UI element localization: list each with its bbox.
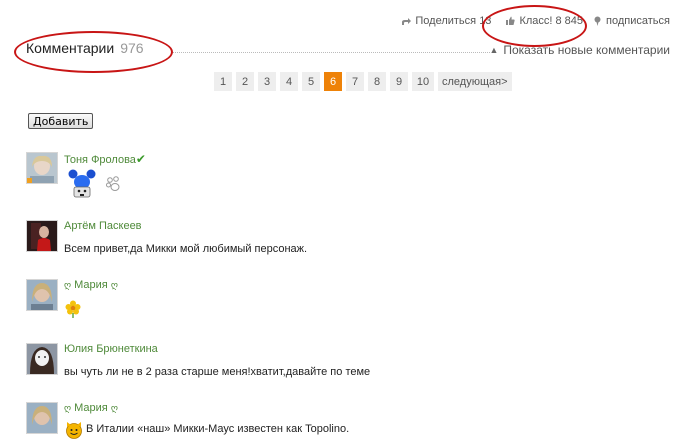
comment-author[interactable]: Юлия Брюнеткина (64, 343, 158, 355)
avatar[interactable] (26, 220, 58, 252)
klass-count: 8 845 (555, 15, 584, 27)
smiley-sticker-icon (66, 422, 82, 439)
avatar[interactable] (26, 343, 58, 375)
share-label: Поделиться (415, 15, 477, 27)
avatar[interactable] (26, 279, 58, 311)
heart-icon: ღ (110, 280, 118, 290)
author-name: Тоня Фролова (64, 154, 136, 166)
heart-icon: ღ (110, 403, 118, 413)
heart-icon: ღ (64, 280, 72, 290)
show-new-comments-link[interactable]: ▲ Показать новые комментарии (489, 43, 670, 57)
page-5[interactable]: 5 (302, 72, 320, 91)
next-page-link[interactable]: следующая> (438, 72, 512, 91)
comment-text: Всем привет,да Микки мой любимый персона… (64, 243, 308, 255)
avatar-photo (27, 153, 57, 183)
page-2[interactable]: 2 (236, 72, 254, 91)
avatar-photo (27, 403, 57, 433)
comment-author[interactable]: ღ Мария ღ (64, 279, 118, 291)
mickey-sticker-icon (68, 169, 96, 198)
avatar-photo (27, 280, 57, 310)
page-10[interactable]: 10 (412, 72, 434, 91)
show-new-label: Показать новые комментарии (503, 43, 670, 57)
header-divider (172, 52, 490, 53)
page-1[interactable]: 1 (214, 72, 232, 91)
share-icon (402, 17, 412, 25)
comment-author[interactable]: Артём Паскеев (64, 220, 142, 232)
heart-icon: ღ (64, 403, 72, 413)
triangle-up-icon: ▲ (489, 45, 499, 55)
author-name: Мария (74, 279, 108, 291)
page-9[interactable]: 9 (390, 72, 408, 91)
page-6-current[interactable]: 6 (324, 72, 342, 91)
top-action-bar: Поделиться 13 Класс! 8 845 подписаться (387, 15, 670, 27)
page-4[interactable]: 4 (280, 72, 298, 91)
page-7[interactable]: 7 (346, 72, 364, 91)
klass-label: Класс! (519, 15, 553, 27)
klass-button[interactable]: Класс! 8 845 (505, 15, 583, 27)
subscribe-label: подписаться (606, 15, 670, 27)
avatar-photo (27, 221, 57, 251)
comment-text: В Италии «наш» Микки-Маус известен как T… (86, 423, 350, 435)
avatar[interactable] (26, 402, 58, 434)
thumbs-up-icon (506, 16, 516, 25)
author-name: Мария (74, 402, 108, 414)
add-comment-button[interactable]: Добавить (28, 113, 94, 129)
comments-title: Комментарии (26, 40, 115, 56)
share-count: 13 (479, 15, 492, 27)
verified-check-icon: ✔ (135, 152, 146, 166)
comment-author[interactable]: Тоня Фролова✔ (64, 152, 146, 166)
comments-count: 976 (120, 40, 144, 56)
share-button[interactable]: Поделиться 13 (401, 15, 491, 27)
pagination: 1 2 3 4 5 6 7 8 9 10 следующая> (214, 72, 516, 91)
paw-sticker-icon (106, 176, 120, 191)
comment-author[interactable]: ღ Мария ღ (64, 402, 118, 414)
pin-icon (594, 16, 601, 26)
page-3[interactable]: 3 (258, 72, 276, 91)
comment-text: вы чуть ли не в 2 раза старше меня!хвати… (64, 366, 371, 378)
flower-sticker-icon (65, 300, 81, 318)
comments-heading: Комментарии 976 (26, 40, 144, 56)
page-8[interactable]: 8 (368, 72, 386, 91)
avatar-photo (27, 344, 57, 374)
avatar[interactable] (26, 152, 58, 184)
subscribe-button[interactable]: подписаться (593, 15, 670, 27)
